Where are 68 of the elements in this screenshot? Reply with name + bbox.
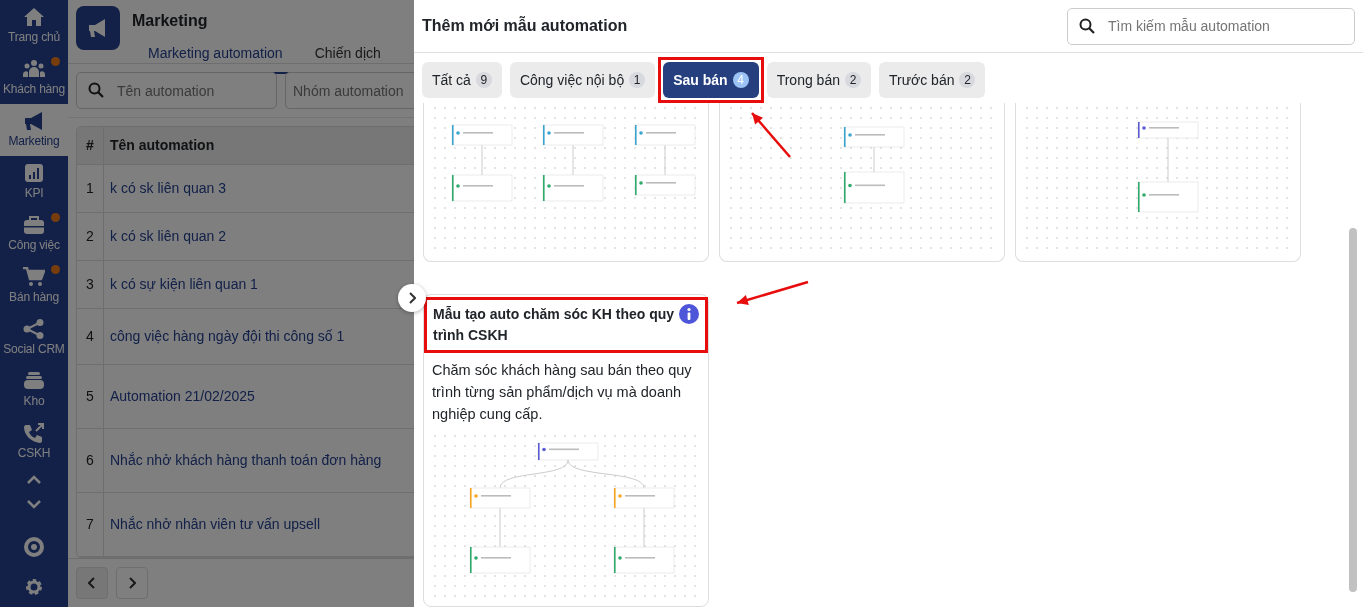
automation-link[interactable]: k có sự kiện liên quan 1	[110, 274, 258, 295]
filter-tab[interactable]: Sau bán 4	[663, 62, 759, 98]
column-header: #	[86, 136, 94, 155]
drawer-title: Thêm mới mẫu automation	[422, 15, 628, 36]
group-select[interactable]: Nhóm automation	[285, 72, 414, 109]
sidebar-item[interactable]: CSKH	[0, 416, 68, 468]
automation-link[interactable]: Automation 21/02/2025	[110, 386, 255, 407]
template-title: Mẫu tạo auto chăm sóc KH theo quy trình CSKH	[433, 305, 675, 345]
sidebar-item[interactable]: Trang chủ	[0, 0, 68, 52]
share-icon	[23, 318, 45, 339]
template-card[interactable]: Mẫu tạo auto chăm sóc KH theo quy trình CSKH Chăm sóc khách hàng sau bán theo quy trình từng sản phẩm/dịch vụ mà doanh nghiệp cung cấp.	[423, 294, 709, 607]
row-number: 2	[86, 227, 94, 246]
filter-tab[interactable]: Trong bán 2	[766, 62, 871, 98]
briefcase-icon	[23, 214, 45, 235]
chevron-left-icon	[88, 577, 96, 589]
sidebar-item[interactable]: Social CRM	[0, 312, 68, 364]
scrollbar[interactable]	[1349, 228, 1357, 592]
settings-icon[interactable]	[24, 577, 44, 597]
people-icon	[23, 58, 45, 79]
sidebar-item[interactable]: Marketing	[0, 104, 68, 156]
search-icon	[1079, 17, 1095, 34]
template-description: Chăm sóc khách hàng sau bán theo quy trình từng sản phẩm/dịch vụ mà doanh nghiệp cung cấp.	[431, 361, 693, 424]
home-icon	[23, 6, 45, 27]
count-badge: 1	[629, 72, 646, 88]
row-number: 3	[86, 275, 94, 294]
count-badge: 2	[959, 72, 976, 88]
count-badge: 9	[475, 72, 492, 88]
sidebar-item[interactable]: Bán hàng	[0, 260, 68, 312]
chevron-right-icon	[128, 577, 136, 589]
megaphone-icon	[76, 6, 120, 50]
search-field[interactable]: Tên automation	[76, 72, 277, 109]
sidebar-item[interactable]: Khách hàng	[0, 52, 68, 104]
previous-page-button[interactable]	[76, 567, 108, 599]
collapse-handle[interactable]	[398, 284, 426, 312]
help-icon[interactable]	[24, 537, 44, 557]
chevron-right-icon	[408, 292, 416, 304]
page-tab[interactable]: Chiến dịch	[298, 37, 397, 74]
sidebar-item[interactable]: KPI	[0, 156, 68, 208]
automation-link[interactable]: Nhắc nhở khách hàng thanh toán đơn hàng	[110, 450, 382, 471]
chevron-down-icon[interactable]	[26, 498, 42, 510]
phone-icon	[23, 422, 45, 443]
chevron-up-icon[interactable]	[26, 474, 42, 486]
warehouse-icon	[23, 370, 45, 391]
row-number: 1	[86, 179, 94, 198]
row-number: 4	[86, 327, 94, 346]
sidebar-item[interactable]: Công việc	[0, 208, 68, 260]
megaphone-icon	[23, 110, 45, 131]
filter-tab[interactable]: Công việc nội bộ 1	[509, 62, 656, 98]
count-badge: 2	[845, 72, 861, 88]
template-search-field[interactable]: Tìm kiếm mẫu automation	[1067, 7, 1355, 45]
chart-icon	[23, 162, 45, 183]
automation-link[interactable]: Nhắc nhở nhân viên tư vấn upsell	[110, 514, 320, 535]
search-icon	[88, 82, 104, 98]
sidebar-item[interactable]: Kho	[0, 364, 68, 416]
column-header: Tên automation	[110, 136, 215, 155]
row-number: 6	[86, 451, 94, 470]
row-number: 7	[86, 515, 94, 534]
count-badge: 4	[732, 72, 749, 88]
info-icon[interactable]	[679, 304, 699, 324]
cart-icon	[23, 266, 45, 287]
row-number: 5	[86, 387, 94, 406]
automation-link[interactable]: công việc hàng ngày đội thi công số 1	[110, 326, 345, 347]
automation-link[interactable]: k có sk liên quan 3	[110, 178, 226, 199]
automation-link[interactable]: k có sk liên quan 2	[110, 226, 226, 247]
filter-tab[interactable]: Trước bán 2	[879, 62, 986, 98]
next-page-button[interactable]	[116, 567, 148, 599]
page-title: Marketing	[132, 11, 209, 31]
filter-tab[interactable]: Tất cả 9	[422, 62, 502, 98]
